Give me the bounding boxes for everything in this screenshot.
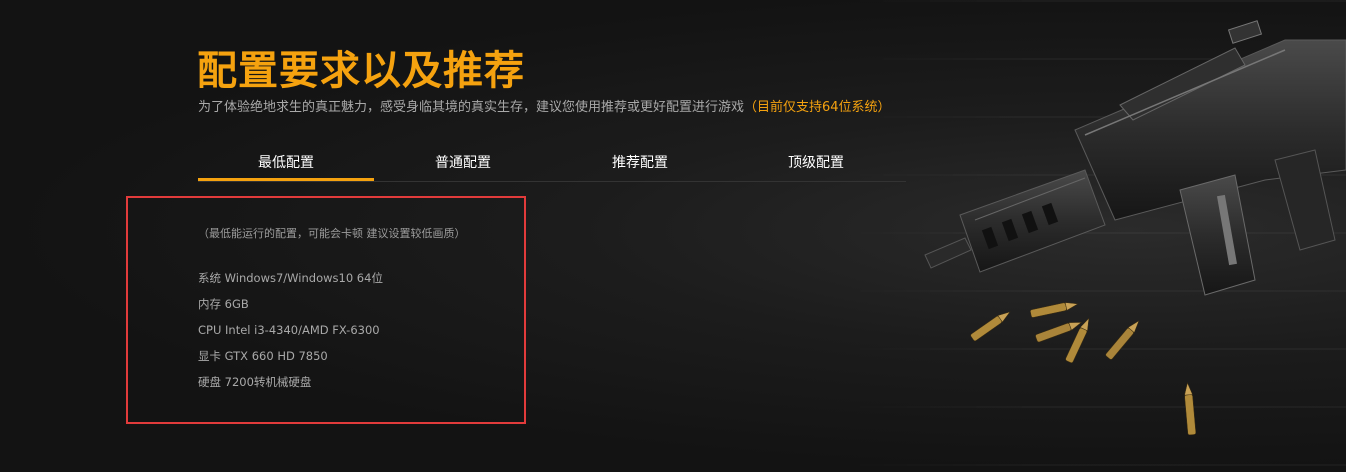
tab-normal[interactable]: 普通配置	[374, 150, 552, 181]
rifle-illustration	[924, 20, 1346, 296]
tab-minimum[interactable]: 最低配置	[198, 150, 374, 181]
bullets-illustration	[970, 302, 1197, 436]
spec-note: （最低能运行的配置，可能会卡顿 建议设置较低画质）	[198, 227, 466, 240]
subtitle-highlight: （目前仅支持64位系统）	[744, 100, 891, 115]
spec-disk: 硬盘 7200转机械硬盘	[198, 375, 312, 389]
spec-os: 系统 Windows7/Windows10 64位	[198, 271, 383, 285]
spec-gpu: 显卡 GTX 660 HD 7850	[198, 349, 328, 363]
config-section: 配置要求以及推荐 为了体验绝地求生的真正魅力，感受身临其境的真实生存，建议您使用…	[0, 0, 1346, 472]
spec-memory: 内存 6GB	[198, 297, 249, 311]
tab-recommended[interactable]: 推荐配置	[552, 150, 728, 181]
config-tabs: 最低配置 普通配置 推荐配置 顶级配置	[198, 150, 906, 182]
page-subtitle: 为了体验绝地求生的真正魅力，感受身临其境的真实生存，建议您使用推荐或更好配置进行…	[198, 96, 891, 115]
spec-cpu: CPU Intel i3-4340/AMD FX-6300	[198, 323, 380, 337]
page-title: 配置要求以及推荐	[197, 48, 525, 94]
subtitle-text: 为了体验绝地求生的真正魅力，感受身临其境的真实生存，建议您使用推荐或更好配置进行…	[198, 100, 745, 115]
tab-top[interactable]: 顶级配置	[728, 150, 904, 181]
spec-list: 系统 Windows7/Windows10 64位 内存 6GB CPU Int…	[198, 270, 383, 400]
